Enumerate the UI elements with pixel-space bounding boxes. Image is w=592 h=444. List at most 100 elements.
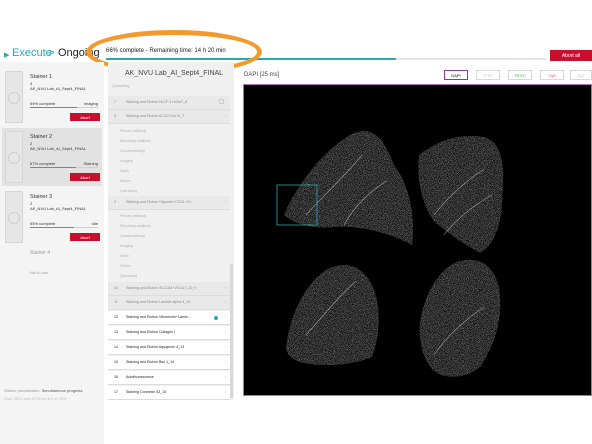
chevron-icon: › — [224, 113, 226, 118]
step-row[interactable]: 17 Staining Connexin 43_15 › — [108, 386, 230, 400]
prioritization-label: Stainer prioritization: — [4, 388, 41, 393]
stainer-state: Imaging — [83, 101, 98, 106]
breadcrumb-separator: > — [48, 47, 55, 59]
step-number: 16 — [114, 375, 118, 379]
chevron-icon: › — [224, 314, 226, 319]
stainer-card-2[interactable]: Stainer 2 2 AK_NVU Lab_AI_Sept4_FINAL 67… — [2, 128, 102, 186]
substep-label: Secondary antibody — [120, 139, 151, 143]
step-row[interactable]: 14 Staining and Elution Aquaporin 4_13 › — [108, 341, 230, 355]
channel-dapi-button[interactable]: DAPI — [444, 70, 468, 80]
step-number: 9 — [114, 200, 116, 204]
abort-stainer-2-button[interactable]: Abort — [70, 173, 100, 181]
step-row[interactable]: 13 Staining and Elution Collagen I › — [108, 326, 230, 340]
step-number: 17 — [114, 390, 118, 394]
stainer-percent: 67% complete — [30, 161, 56, 166]
substep-label: Imaging — [120, 244, 133, 248]
step-number: 8 — [114, 114, 116, 118]
stainer-protocol: AK_NVU Lab_AI_Sept4_FINAL — [30, 146, 87, 151]
protocol-title: AK_NVU Lab_AI_Sept4_FINAL — [125, 70, 224, 77]
stainer-percent: 65% complete — [30, 221, 56, 226]
chevron-icon: › — [224, 285, 226, 290]
abort-stainer-1-button[interactable]: Abort — [70, 113, 100, 121]
step-number: 11 — [114, 300, 118, 304]
stainer-percent: 69% complete — [30, 101, 56, 106]
step-row[interactable]: 16 Autofluorescence › — [108, 371, 230, 385]
abort-all-button[interactable]: Abort all — [550, 50, 592, 61]
footer-cut-text: Stop 5821 and 43 (from 4h) of 22% — [4, 396, 67, 401]
step-label: Autofluorescence — [126, 375, 154, 379]
step-row[interactable]: 15 Staining and Elution Bsn 1_14 › — [108, 356, 230, 370]
step-number: 7 — [114, 100, 116, 104]
chevron-icon: › — [224, 299, 226, 304]
step-row-active[interactable]: 12 Staining and Elution Vitronectin+Lami… — [108, 311, 230, 325]
abort-stainer-3-button[interactable]: Abort — [70, 233, 100, 241]
substep-label: Counterstaining — [120, 149, 145, 153]
substep-label: Primary antibody — [120, 214, 147, 218]
stainer-progress-fill — [30, 107, 77, 108]
channel-cy5-button[interactable]: Cy5 — [540, 70, 564, 80]
stainer-name: Stainer 2 — [30, 134, 53, 140]
stainer-card-1[interactable]: Stainer 1 4 AK_NVU Lab_AI_Sept4_FINAL 69… — [2, 68, 102, 126]
step-label: Staining and Elution Vitronectin+Lamin..… — [126, 315, 191, 319]
step-label: Staining Connexin 43_15 — [126, 390, 167, 394]
stainer-progress-fill — [30, 167, 76, 168]
running-indicator-icon — [214, 316, 218, 320]
chevron-icon: › — [224, 389, 226, 394]
stainer-state: Staining — [83, 161, 98, 166]
step-row[interactable]: 11 Staining and Elution Laminin alpha 4_… — [108, 296, 230, 310]
chevron-icon: › — [224, 374, 226, 379]
tissue-image-viewer[interactable] — [243, 84, 592, 396]
stainer-slide-thumbnail — [5, 71, 23, 123]
step-label: Staining and Elution HLCF-1+vGlaT_6 — [126, 100, 188, 104]
step-label: Staining and Elution SLC1A4+VGLUT_10_9 — [126, 286, 197, 290]
step-quenching-prev: Quenching — [112, 84, 130, 88]
stainer-prioritization[interactable]: Stainer prioritization: Simultaneous pro… — [4, 388, 83, 393]
step-row[interactable]: 7 Staining and Elution HLCF-1+vGlaT_6 — [108, 96, 230, 110]
substep-label: Secondary antibody — [120, 224, 151, 228]
chevron-icon: › — [224, 329, 226, 334]
step-label: Staining and Elution Bsn 1_14 — [126, 360, 175, 364]
steps-scrollbar[interactable] — [230, 264, 233, 398]
substep-label: Wash — [120, 169, 129, 173]
step-label: Staining and Elution Calponin+CD31 / Ki.… — [126, 200, 194, 204]
substep-label: Counterstaining — [120, 234, 145, 238]
step-row[interactable]: 10 Staining and Elution SLC1A4+VGLUT_10_… — [108, 282, 230, 296]
tissue-image — [276, 130, 504, 377]
step-number: 12 — [114, 315, 118, 319]
channel-cy7-button[interactable]: Cy7 — [570, 70, 592, 80]
stainer-slide-thumbnail — [5, 131, 23, 183]
substep-label: Elution — [120, 264, 131, 268]
substep-label: Quenching — [120, 189, 137, 193]
viewer-channel-title: DAPI [25 ms] — [244, 72, 280, 78]
step-number: 10 — [114, 286, 118, 290]
step-label: Staining and Elution Collagen I — [126, 330, 176, 334]
stainer-state: Idle — [91, 221, 98, 226]
execute-arrow-icon: ▸ — [4, 49, 10, 61]
step-label: Staining and Elution Aquaporin 4_13 — [126, 345, 185, 349]
stainer-protocol: AK_NVU Lab_AI_Sept4_FINAL — [30, 86, 87, 91]
channel-tritc-button[interactable]: TRITC — [508, 70, 532, 80]
stainer-slide-thumbnail — [5, 191, 23, 243]
chevron-icon: › — [224, 359, 226, 364]
stainer-card-3[interactable]: Stainer 3 2 AK_NVU Lab_AI_Sept4_FINAL 65… — [2, 188, 102, 246]
substep-label: Quenching — [120, 274, 137, 278]
breadcrumb-execute[interactable]: Execute — [12, 47, 52, 59]
stainer-4-status: Not in use — [30, 270, 49, 275]
step-number: 13 — [114, 330, 118, 334]
step-number: 15 — [114, 360, 118, 364]
stainer-4-name: Stainer 4 — [30, 250, 51, 256]
chevron-icon: › — [224, 199, 226, 204]
channel-fitc-button[interactable]: FITC — [476, 70, 500, 80]
step-label: Staining and Elution Laminin alpha 4_10 — [126, 300, 191, 304]
substep-label: Imaging — [120, 159, 133, 163]
stainer-name: Stainer 3 — [30, 194, 53, 200]
step-row[interactable]: 8 Staining and Elution ACC2+Col IV_7 › — [108, 110, 230, 124]
step-row[interactable]: 9 Staining and Elution Calponin+CD31 / K… — [108, 196, 230, 210]
substep-label: Wash — [120, 254, 129, 258]
stainer-progress-fill — [30, 227, 74, 228]
step-label: Staining and Elution ACC2+Col IV_7 — [126, 114, 185, 118]
protocol-steps-panel: Quenching 7 Staining and Elution HLCF-1+… — [108, 62, 234, 400]
stainer-name: Stainer 1 — [30, 74, 53, 80]
chevron-icon: › — [224, 344, 226, 349]
substep-label: Elution — [120, 179, 131, 183]
